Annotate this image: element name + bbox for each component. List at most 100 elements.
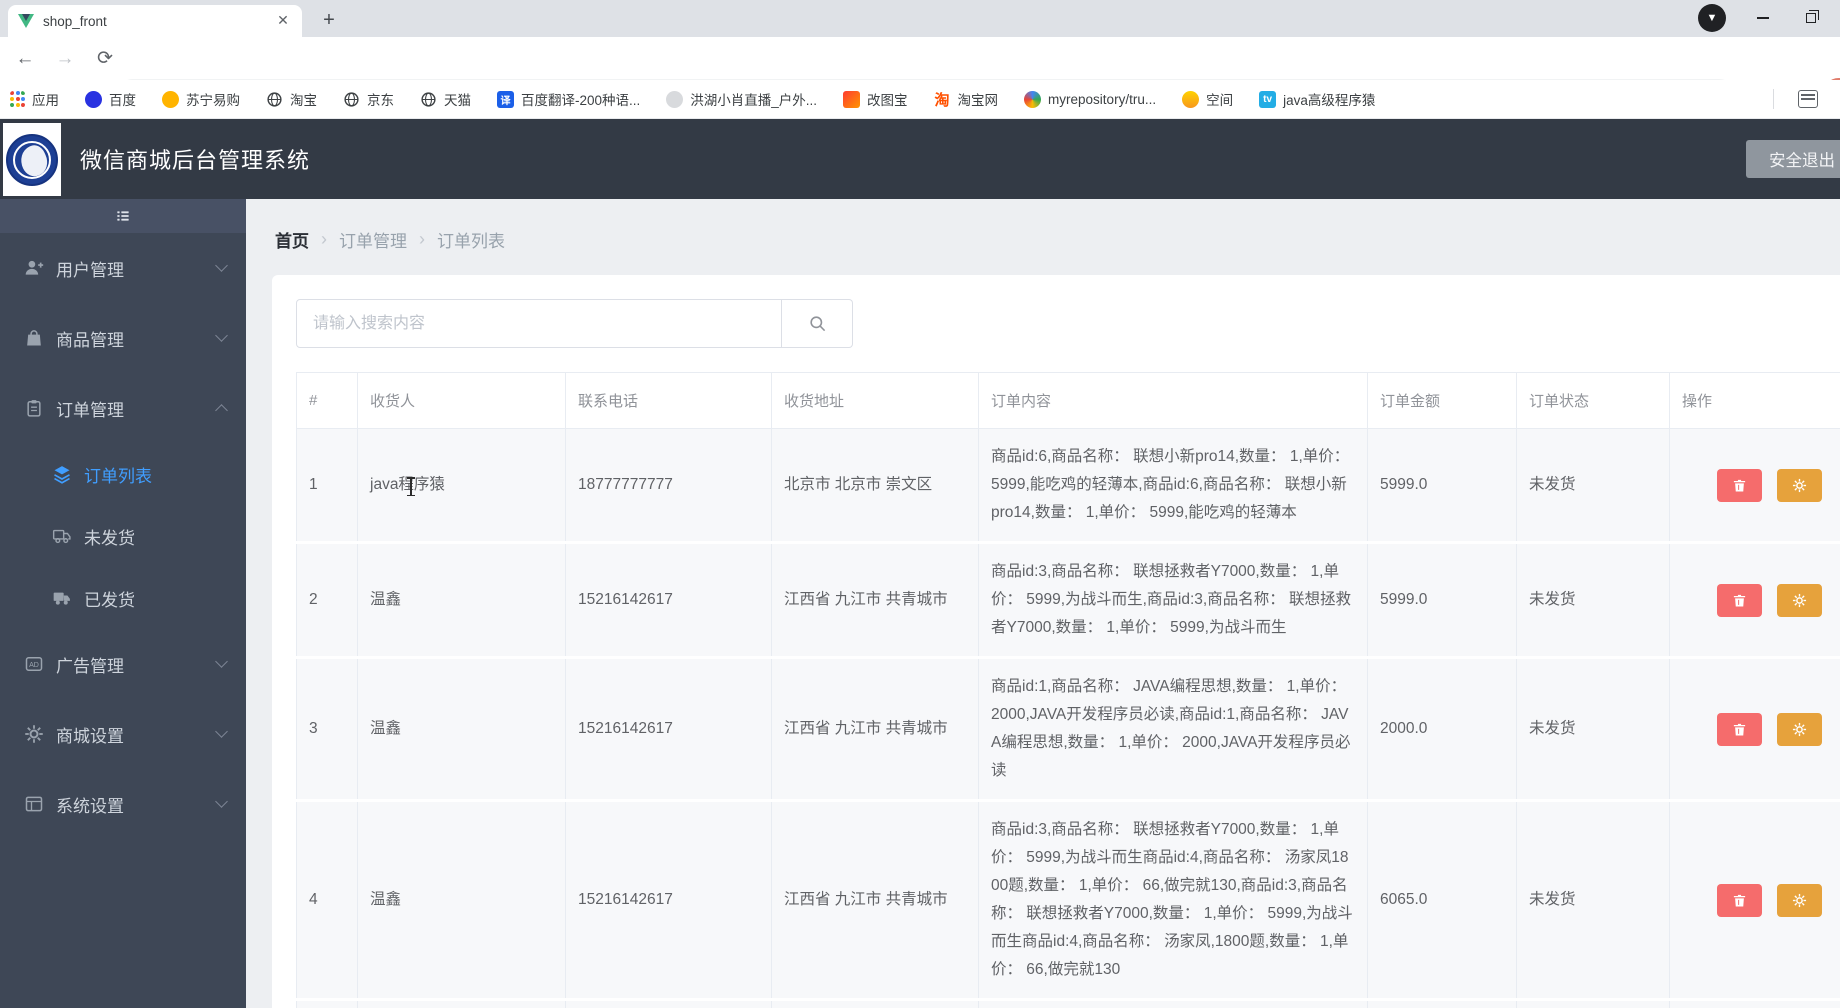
cell-order-content: 商品id:3,商品名称： 联想拯救者Y7000,数量： 1,单价： 5999,为… (979, 543, 1368, 658)
col-operations: 操作 (1670, 373, 1840, 429)
sidebar-item-order-management[interactable]: 订单管理 (0, 373, 246, 443)
bookmark-apps[interactable]: 应用 (10, 89, 59, 109)
bookmark-java-programmer[interactable]: tv java高级程序猿 (1259, 89, 1375, 109)
sidebar-item-system-settings[interactable]: 系统设置 (0, 769, 246, 839)
sidebar-item-not-shipped[interactable]: 未发货 (0, 505, 246, 567)
gaitubao-icon (843, 91, 860, 108)
chevron-right-icon: › (321, 229, 327, 250)
trash-icon (1732, 722, 1747, 737)
table-header-row: # 收货人 联系电话 收货地址 订单内容 订单金额 订单状态 操作 (297, 373, 1840, 429)
cell-address: 江西省 九江市 共青城市 (772, 801, 979, 1000)
bookmark-suning[interactable]: 苏宁易购 (162, 89, 240, 109)
cell-amount (1368, 1000, 1517, 1008)
reload-icon[interactable]: ⟳ (90, 44, 120, 74)
qzone-icon (1182, 91, 1199, 108)
view-order-button[interactable] (1777, 584, 1822, 617)
tab-close-icon[interactable]: ✕ (274, 12, 292, 30)
chevron-up-icon (215, 404, 228, 417)
cell-consignee: 温鑫 (358, 543, 566, 658)
sidebar-item-mall-settings[interactable]: 商城设置 (0, 699, 246, 769)
view-order-button[interactable] (1777, 469, 1822, 502)
cell-index: 4 (297, 801, 358, 1000)
delete-order-button[interactable] (1717, 584, 1762, 617)
trash-icon (1732, 478, 1747, 493)
table-row: 2 温鑫 15216142617 江西省 九江市 共青城市 商品id:3,商品名… (297, 543, 1840, 658)
browser-update-badge[interactable]: ▼ (1698, 4, 1726, 32)
apps-icon (10, 91, 25, 108)
tab-title: shop_front (43, 14, 274, 29)
view-order-button[interactable] (1777, 713, 1822, 746)
cell-status: 未发货 (1517, 429, 1670, 543)
cell-phone: 15216142617 (566, 658, 772, 801)
window-minimize-button[interactable] (1746, 0, 1780, 36)
orders-table: # 收货人 联系电话 收货地址 订单内容 订单金额 订单状态 操作 1 java… (296, 372, 1840, 1008)
bookmark-honghu-live[interactable]: 洪湖小肖直播_户外... (666, 89, 817, 109)
bookmark-gaitubao[interactable]: 改图宝 (843, 89, 908, 109)
ad-icon (24, 654, 44, 674)
view-order-button[interactable] (1777, 884, 1822, 917)
cell-consignee (358, 1000, 566, 1008)
reading-list-icon[interactable] (1798, 90, 1818, 108)
cell-status (1517, 1000, 1670, 1008)
menu-collapse-button[interactable] (0, 199, 246, 233)
app-title: 微信商城后台管理系统 (80, 143, 310, 175)
chevron-down-icon (215, 655, 228, 668)
cell-index (297, 1000, 358, 1008)
delete-order-button[interactable] (1717, 469, 1762, 502)
col-consignee: 收货人 (358, 373, 566, 429)
chevron-right-icon: › (419, 229, 425, 250)
browser-tab[interactable]: shop_front ✕ (8, 5, 302, 37)
table-row: 商品id:1,商品名称： JAVA编程思想,数量： 3,单价： 54, (297, 1000, 1840, 1008)
bookmark-baidu-translate[interactable]: 译 百度翻译-200种语... (497, 89, 640, 109)
back-icon[interactable]: ← (10, 44, 40, 74)
window-restore-button[interactable] (1794, 0, 1828, 36)
forward-icon[interactable]: → (50, 44, 80, 74)
browser-tab-bar: shop_front ✕ + ▼ (0, 0, 1840, 37)
col-status: 订单状态 (1517, 373, 1670, 429)
truck-icon (52, 526, 72, 546)
cell-consignee: java程序猿 (358, 429, 566, 543)
logout-button[interactable]: 安全退出 (1746, 140, 1840, 178)
sidebar-item-shipped[interactable]: 已发货 (0, 567, 246, 629)
trash-icon (1732, 893, 1747, 908)
cell-order-content: 商品id:1,商品名称： JAVA编程思想,数量： 3,单价： 54, (979, 1000, 1368, 1008)
suning-icon (162, 91, 179, 108)
gear-badge-icon (1792, 893, 1807, 908)
cell-address: 江西省 九江市 共青城市 (772, 543, 979, 658)
sidebar-item-product-management[interactable]: 商品管理 (0, 303, 246, 373)
table-row: 1 java程序猿 18777777777 北京市 北京市 崇文区 商品id:6… (297, 429, 1840, 543)
sidebar-item-ad-management[interactable]: 广告管理 (0, 629, 246, 699)
content-area: 首页 › 订单管理 › 订单列表 # 收货 (246, 199, 1840, 1008)
new-tab-button[interactable]: + (316, 8, 342, 34)
bookmark-baidu[interactable]: 百度 (85, 89, 136, 109)
monitor-icon (24, 794, 44, 814)
bookmark-tmall[interactable]: 天猫 (420, 89, 471, 109)
cell-index: 3 (297, 658, 358, 801)
cell-phone: 15216142617 (566, 543, 772, 658)
breadcrumb-home[interactable]: 首页 (275, 227, 309, 252)
bookmark-jd[interactable]: 京东 (343, 89, 394, 109)
search-button[interactable] (782, 299, 853, 348)
col-amount: 订单金额 (1368, 373, 1517, 429)
cell-amount: 5999.0 (1368, 543, 1517, 658)
cell-amount: 5999.0 (1368, 429, 1517, 543)
sidebar-item-order-list[interactable]: 订单列表 (0, 443, 246, 505)
gear-badge-icon (1792, 593, 1807, 608)
bookmark-qzone[interactable]: 空间 (1182, 89, 1233, 109)
java-programmer-icon: tv (1259, 91, 1276, 108)
sidebar-item-user-management[interactable]: 用户管理 (0, 233, 246, 303)
search-input[interactable] (296, 299, 782, 348)
trash-icon (1732, 593, 1747, 608)
bookmark-taobao[interactable]: 淘宝 (266, 89, 317, 109)
layers-icon (52, 464, 72, 484)
bookmark-myrepository[interactable]: myrepository/tru... (1024, 91, 1156, 108)
delete-order-button[interactable] (1717, 713, 1762, 746)
bookmarks-bar: 应用 百度 苏宁易购 淘宝 京东 天猫 译 百度翻译-200种语... 洪湖小肖… (0, 80, 1840, 119)
sidebar: 用户管理商品管理订单管理订单列表未发货已发货广告管理商城设置系统设置 (0, 199, 246, 1008)
jd-icon (343, 91, 360, 108)
bag-icon (24, 328, 44, 348)
delete-order-button[interactable] (1717, 884, 1762, 917)
breadcrumb-order-management: 订单管理 (339, 227, 407, 252)
bookmark-taobao-site[interactable]: 淘 淘宝网 (934, 89, 999, 109)
cell-address: 北京市 北京市 崇文区 (772, 429, 979, 543)
